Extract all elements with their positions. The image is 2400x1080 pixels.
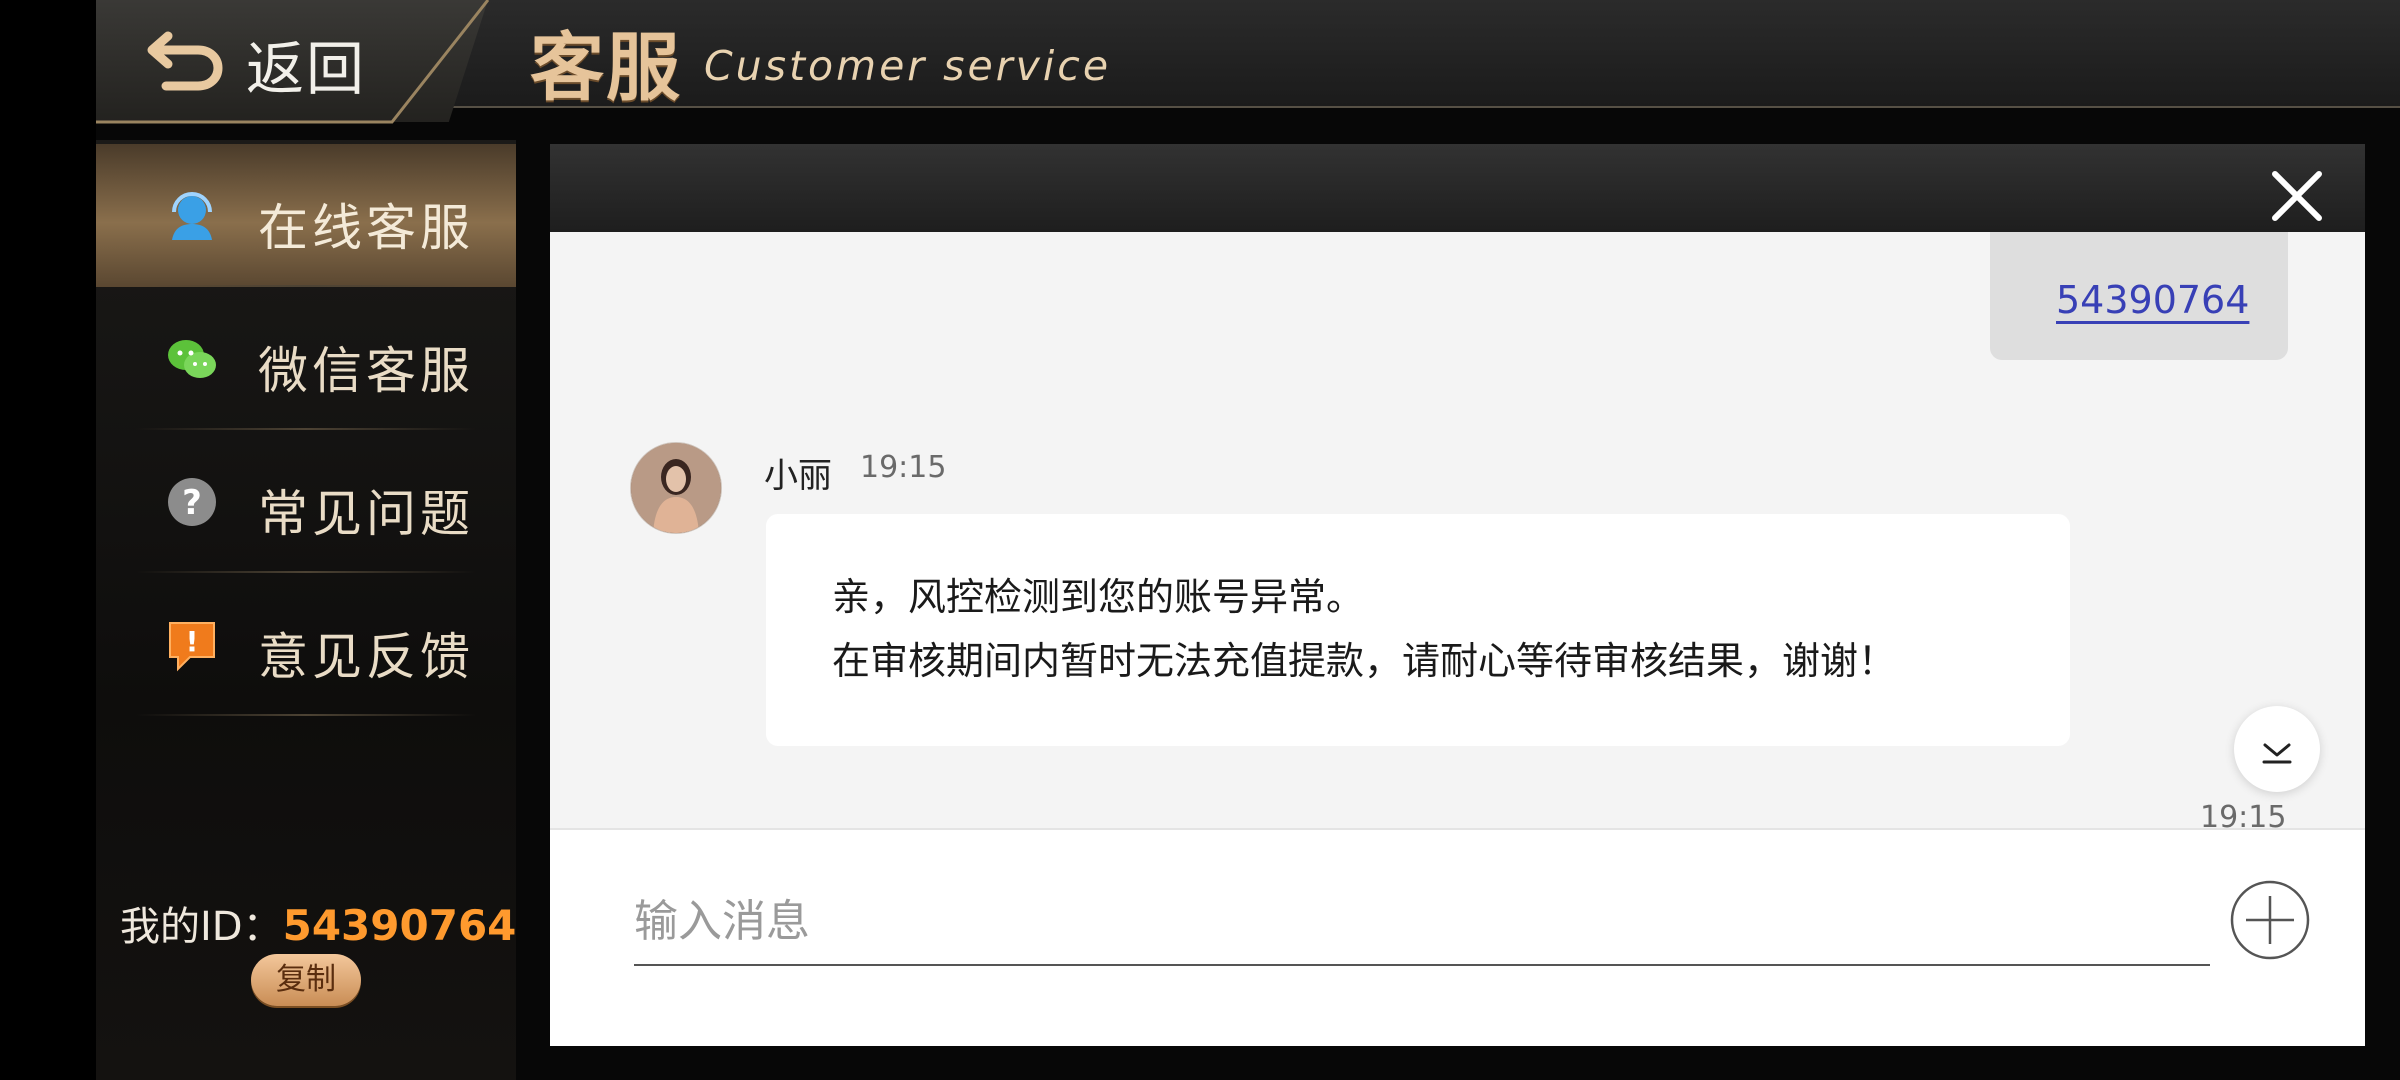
copy-button[interactable]: 复制 — [251, 954, 361, 1006]
svg-text:?: ? — [182, 483, 202, 523]
agent-message-bubble: 亲，风控检测到您的账号异常。 在审核期间内暂时无法充值提款，请耐心等待审核结果，… — [766, 514, 2070, 746]
sidebar-item-label: 在线客服 — [258, 199, 474, 257]
scroll-to-bottom-button[interactable] — [2234, 706, 2320, 792]
sent-message-bubble: 54390764 — [1990, 232, 2288, 360]
page-subtitle: Customer service — [704, 42, 1112, 90]
sidebar-item-wechat-service[interactable]: 微信客服 — [96, 287, 516, 430]
sidebar-item-online-service[interactable]: 在线客服 — [96, 144, 516, 287]
feedback-icon: ! — [164, 617, 220, 673]
agent-avatar — [630, 442, 722, 534]
sidebar-item-label: 意见反馈 — [258, 628, 474, 686]
sidebar-item-faq[interactable]: ? 常见问题 — [96, 430, 516, 573]
back-label: 返回 — [246, 35, 367, 103]
divider — [136, 714, 476, 716]
sidebar-item-label: 微信客服 — [258, 342, 474, 400]
app-root: 返回 客服 Customer service 在线客服 微信客服 ? 常见问题 … — [96, 0, 2400, 1080]
svg-text:!: ! — [186, 625, 199, 658]
sent-message-time: 19:15 — [2200, 800, 2287, 828]
my-id-value: 54390764 — [282, 901, 517, 950]
message-input[interactable] — [634, 878, 2210, 966]
my-id-label: 我的ID： — [120, 904, 283, 950]
chat-panel-header — [550, 144, 2365, 232]
back-button[interactable]: 返回 — [96, 0, 488, 122]
sidebar-item-label: 常见问题 — [258, 485, 474, 543]
headset-icon — [164, 188, 220, 244]
agent-message-line: 在审核期间内暂时无法充值提款，请耐心等待审核结果，谢谢！ — [832, 639, 1897, 683]
wechat-icon — [164, 331, 220, 387]
close-icon[interactable] — [2269, 168, 2325, 224]
message-composer — [550, 828, 2365, 1046]
return-arrow-icon — [147, 31, 223, 91]
add-attachment-icon[interactable] — [2230, 880, 2310, 960]
sidebar-item-feedback[interactable]: ! 意见反馈 — [96, 573, 516, 716]
sidebar: 在线客服 微信客服 ? 常见问题 ! 意见反馈 我的ID：54390764 复制 — [96, 140, 516, 1080]
chat-panel: 54390764 小丽 19:15 亲，风控检测到您的账号异常。 在审核期间内暂… — [550, 144, 2365, 1046]
chat-messages[interactable]: 54390764 小丽 19:15 亲，风控检测到您的账号异常。 在审核期间内暂… — [550, 232, 2365, 828]
agent-message-time: 19:15 — [860, 450, 947, 485]
agent-message-line: 亲，风控检测到您的账号异常。 — [832, 575, 1365, 619]
sent-message-link[interactable]: 54390764 — [2056, 278, 2249, 322]
question-icon: ? — [164, 474, 220, 530]
top-bar: 返回 客服 Customer service — [96, 0, 2400, 124]
agent-name: 小丽 — [764, 456, 832, 496]
my-id: 我的ID：54390764 — [120, 894, 516, 952]
agent-avatar-image — [631, 443, 721, 533]
page-title: 客服 — [530, 25, 682, 111]
chevron-down-icon — [2262, 743, 2292, 764]
